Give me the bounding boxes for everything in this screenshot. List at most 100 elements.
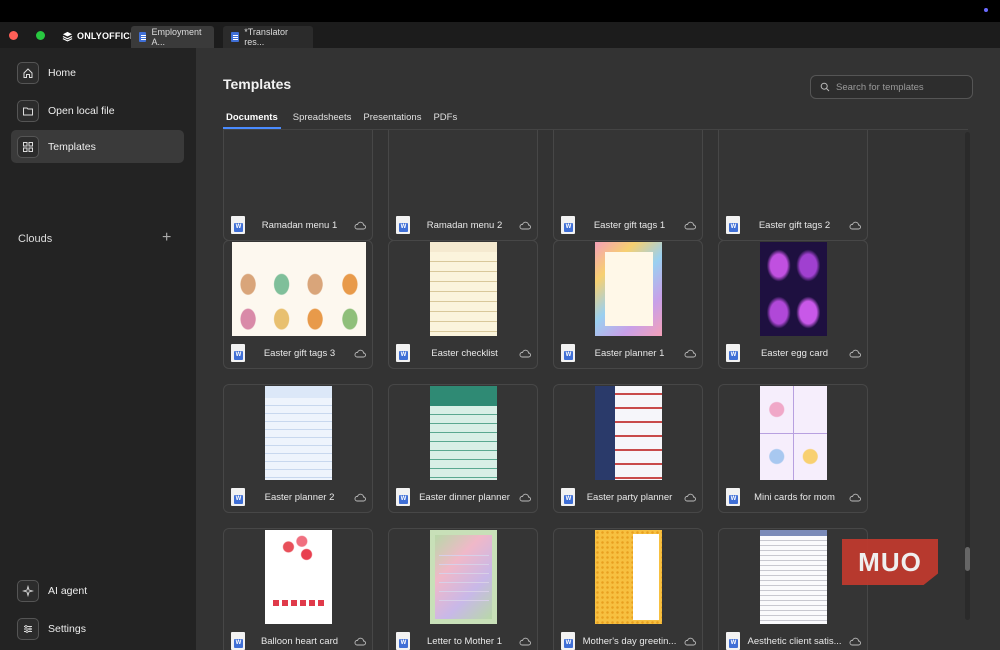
- word-document-icon: [561, 632, 575, 650]
- sidebar-item-ai-agent[interactable]: AI agent: [11, 574, 184, 607]
- template-thumbnail: [265, 386, 332, 480]
- word-document-icon: [726, 344, 740, 362]
- template-card-ramadan-menu-2[interactable]: Ramadan menu 2: [388, 130, 538, 241]
- cloud-icon: [684, 221, 696, 229]
- template-thumbnail: [430, 530, 497, 624]
- template-name: Letter to Mother 1: [427, 635, 502, 647]
- system-menu-bar: [0, 0, 1000, 22]
- template-card-easter-gift-tags-1[interactable]: Easter gift tags 1: [553, 130, 703, 241]
- app-brand[interactable]: ONLYOFFICE: [62, 27, 136, 45]
- template-name: Easter dinner planner: [419, 491, 510, 503]
- vertical-scrollbar[interactable]: [965, 132, 970, 620]
- tab-documents[interactable]: Documents: [223, 112, 281, 129]
- search-placeholder: Search for templates: [836, 81, 924, 93]
- template-thumbnail: [232, 242, 366, 336]
- cloud-icon: [519, 637, 531, 645]
- template-card-easter-gift-tags-2[interactable]: Easter gift tags 2: [718, 130, 868, 241]
- template-name: Easter gift tags 2: [758, 219, 831, 231]
- folder-icon: [17, 99, 39, 122]
- brand-name: ONLYOFFICE: [77, 31, 137, 41]
- template-card-easter-checklist[interactable]: Easter checklist: [388, 240, 538, 369]
- scrollbar-thumb[interactable]: [965, 547, 970, 571]
- home-icon: [17, 61, 39, 84]
- template-card-easter-egg-card[interactable]: Easter egg card: [718, 240, 868, 369]
- template-card-easter-gift-tags-3[interactable]: Easter gift tags 3: [223, 240, 373, 369]
- onlyoffice-logo-icon: [62, 31, 73, 42]
- search-input[interactable]: Search for templates: [810, 75, 973, 99]
- muo-watermark: MUO: [842, 539, 938, 585]
- template-card-balloon-heart-card[interactable]: Balloon heart card: [223, 528, 373, 650]
- template-thumbnail: [760, 386, 827, 480]
- template-name: Easter gift tags 3: [263, 347, 336, 359]
- template-card-easter-party-planner[interactable]: Easter party planner: [553, 384, 703, 513]
- word-document-icon: [726, 216, 740, 234]
- template-name: Mini cards for mom: [754, 491, 835, 503]
- document-icon: [231, 32, 240, 42]
- template-card-mini-cards-for-mom[interactable]: Mini cards for mom: [718, 384, 868, 513]
- template-name: Balloon heart card: [260, 635, 339, 647]
- cloud-icon: [519, 349, 531, 357]
- sidebar-item-label: Settings: [48, 622, 86, 635]
- tab-spreadsheets[interactable]: Spreadsheets: [293, 112, 352, 129]
- title-bar: ONLYOFFICE Employment A... *Translator r…: [0, 22, 1000, 48]
- word-document-icon: [396, 632, 410, 650]
- word-document-icon: [726, 488, 740, 506]
- template-thumbnail: [430, 242, 497, 336]
- clouds-heading: Clouds: [18, 233, 53, 245]
- word-document-icon: [396, 488, 410, 506]
- template-name: Easter party planner: [586, 491, 673, 503]
- tab-presentations[interactable]: Presentations: [363, 112, 421, 129]
- sidebar-item-open-local-file[interactable]: Open local file: [11, 94, 184, 127]
- template-name: Easter checklist: [431, 347, 498, 359]
- template-type-tabs: Documents Spreadsheets Presentations PDF…: [223, 112, 469, 129]
- cloud-icon: [354, 637, 366, 645]
- cloud-icon: [354, 493, 366, 501]
- sidebar-item-home[interactable]: Home: [11, 56, 184, 89]
- word-document-icon: [561, 216, 575, 234]
- word-document-icon: [231, 216, 245, 234]
- sidebar-item-templates[interactable]: Templates: [11, 130, 184, 163]
- template-card-mothers-day-greeting[interactable]: Mother's day greetin...: [553, 528, 703, 650]
- word-document-icon: [231, 488, 245, 506]
- sidebar-item-label: Templates: [48, 140, 96, 153]
- template-thumbnail: [265, 530, 332, 624]
- template-name: Easter planner 1: [594, 347, 665, 359]
- tab-pdfs[interactable]: PDFs: [433, 112, 457, 129]
- document-tab-1[interactable]: Employment A...: [131, 26, 214, 48]
- template-card-ramadan-menu-1[interactable]: Ramadan menu 1: [223, 130, 373, 241]
- template-name: Ramadan menu 1: [261, 219, 338, 231]
- word-document-icon: [396, 344, 410, 362]
- cloud-icon: [849, 637, 861, 645]
- template-name: Ramadan menu 2: [426, 219, 503, 231]
- maximize-window-button[interactable]: [36, 31, 45, 40]
- template-thumbnail: [595, 386, 662, 480]
- add-cloud-button[interactable]: +: [162, 230, 171, 246]
- template-name: Easter planner 2: [264, 491, 335, 503]
- word-document-icon: [231, 632, 245, 650]
- cloud-icon: [849, 221, 861, 229]
- word-document-icon: [726, 632, 740, 650]
- sliders-icon: [17, 617, 39, 640]
- sidebar: Home Open local file Templates Clouds + …: [0, 48, 196, 650]
- template-card-easter-dinner-planner[interactable]: Easter dinner planner: [388, 384, 538, 513]
- template-card-easter-planner-2[interactable]: Easter planner 2: [223, 384, 373, 513]
- template-name: Easter egg card: [760, 347, 829, 359]
- template-name: Easter gift tags 1: [593, 219, 666, 231]
- template-name: Aesthetic client satis...: [747, 635, 842, 647]
- template-card-letter-to-mother-1[interactable]: Letter to Mother 1: [388, 528, 538, 650]
- word-document-icon: [396, 216, 410, 234]
- cloud-icon: [849, 493, 861, 501]
- document-tab-2[interactable]: *Translator res...: [223, 26, 313, 48]
- word-document-icon: [561, 344, 575, 362]
- sidebar-item-label: Home: [48, 66, 77, 79]
- template-thumbnail: [595, 242, 662, 336]
- close-window-button[interactable]: [9, 31, 18, 40]
- status-dot: [984, 8, 988, 12]
- sidebar-item-settings[interactable]: Settings: [11, 612, 184, 645]
- template-thumbnail: [760, 530, 827, 624]
- cloud-icon: [849, 349, 861, 357]
- tab-label: Employment A...: [151, 27, 202, 47]
- template-card-easter-planner-1[interactable]: Easter planner 1: [553, 240, 703, 369]
- cloud-icon: [354, 221, 366, 229]
- grid-icon: [17, 135, 39, 158]
